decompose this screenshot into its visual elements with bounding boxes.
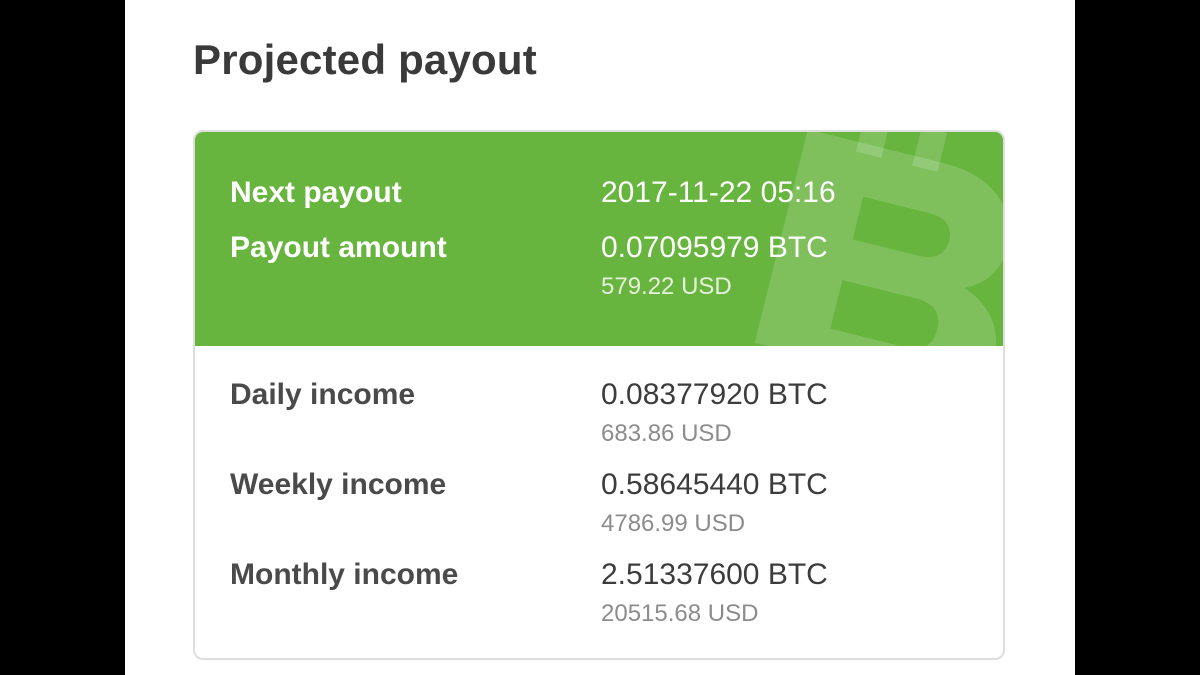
payout-card-header: Next payout 2017-11-22 05:16 Payout amou…	[195, 132, 1003, 346]
income-label: Monthly income	[230, 558, 459, 591]
page-title: Projected payout	[193, 36, 537, 83]
income-btc: 0.08377920 BTC	[601, 378, 828, 411]
income-btc: 2.51337600 BTC	[601, 558, 828, 591]
payout-amount-usd: 579.22 USD	[601, 273, 732, 300]
income-label: Daily income	[230, 378, 416, 411]
next-payout-value: 2017-11-22 05:16	[601, 176, 836, 209]
income-usd: 683.86 USD	[601, 420, 732, 447]
payout-amount-btc: 0.07095979 BTC	[601, 231, 828, 264]
payout-amount-label: Payout amount	[230, 231, 447, 264]
income-usd: 20515.68 USD	[601, 600, 759, 627]
income-label: Weekly income	[230, 468, 447, 501]
income-btc: 0.58645440 BTC	[601, 468, 828, 501]
payout-card: Next payout 2017-11-22 05:16 Payout amou…	[193, 130, 1005, 660]
next-payout-label: Next payout	[230, 176, 402, 209]
app-screen: Projected payout Next payout 2017-11-22 …	[125, 0, 1075, 675]
income-usd: 4786.99 USD	[601, 510, 746, 537]
